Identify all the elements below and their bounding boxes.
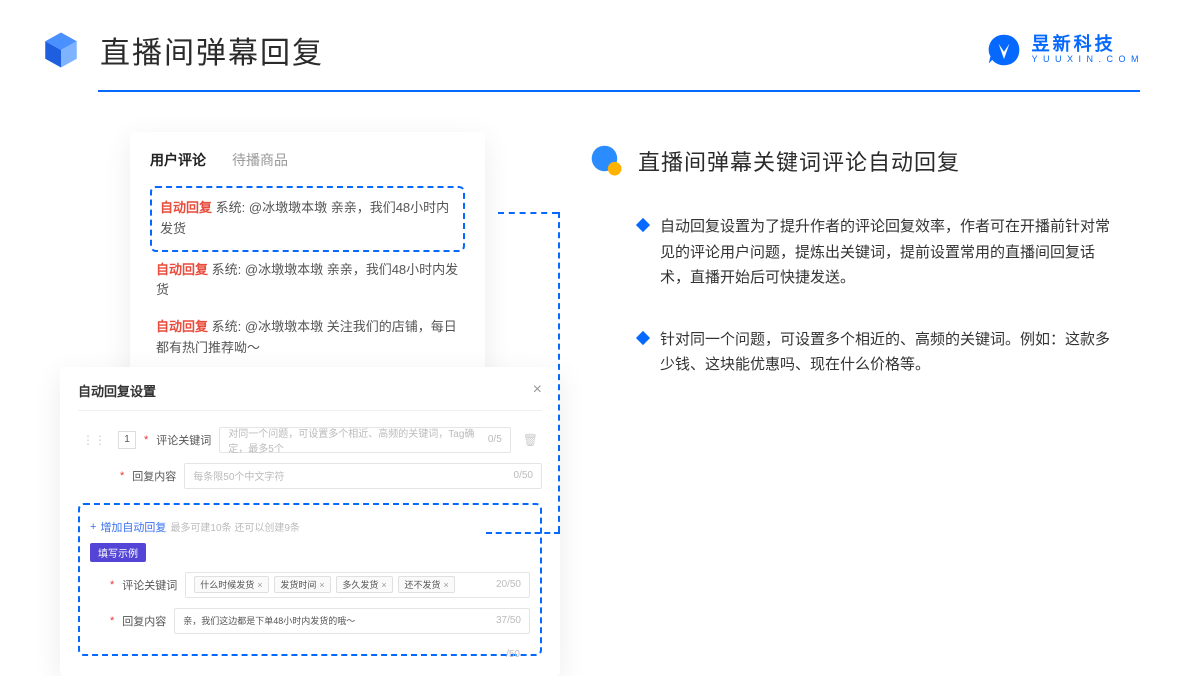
auto-reply-label: 自动回复 (156, 262, 208, 277)
content-input[interactable]: 每条限50个中文字符 0/50 (184, 463, 542, 489)
required-star: * (110, 615, 114, 627)
settings-title: 自动回复设置 (78, 381, 156, 400)
bullet-item: 针对同一个问题，可设置多个相近的、高频的关键词。例如：这款多少钱、这块能优惠吗、… (590, 327, 1140, 378)
auto-reply-label: 自动回复 (156, 319, 208, 334)
auto-reply-settings-panel: 自动回复设置 × ⋮⋮ 1 * 评论关键词 对同一个问题，可设置多个相近、高频的… (60, 367, 560, 676)
tab-pending-goods[interactable]: 待播商品 (232, 150, 288, 170)
tab-user-comments[interactable]: 用户评论 (150, 150, 206, 170)
brand-logo: 昱新科技 Y U U X I N . C O M (986, 32, 1140, 68)
content-label: 回复内容 (132, 468, 176, 484)
connector (498, 212, 558, 214)
page-title: 直播间弹幕回复 (100, 28, 324, 72)
system-label: 系统: (212, 262, 242, 277)
diamond-icon (636, 330, 650, 344)
add-hint: 最多可建10条 还可以创建9条 (170, 519, 299, 534)
placeholder: 对同一个问题，可设置多个相近、高频的关键词，Tag确定，最多5个 (228, 425, 488, 455)
content-label: 回复内容 (122, 613, 166, 629)
section-title: 直播间弹幕关键词评论自动回复 (638, 145, 960, 177)
connector (486, 532, 560, 534)
keyword-tag[interactable]: 什么时候发货 (194, 576, 268, 593)
system-label: 系统: (216, 200, 246, 215)
add-auto-reply-link[interactable]: + 增加自动回复 (90, 519, 166, 535)
example-badge: 填写示例 (90, 543, 146, 562)
close-icon[interactable]: × (533, 381, 542, 399)
brand-name: 昱新科技 (1032, 35, 1140, 55)
sample-content-input: 亲，我们这边都是下单48小时内发货的哦～ 37/50 (174, 608, 530, 634)
sample-content: 亲，我们这边都是下单48小时内发货的哦～ (183, 614, 355, 627)
delete-icon[interactable]: 🗑 (519, 433, 542, 447)
diamond-icon (636, 218, 650, 232)
keyword-label: 评论关键词 (122, 577, 177, 593)
auto-reply-label: 自动回复 (160, 200, 212, 215)
keyword-tag[interactable]: 还不发货 (398, 576, 454, 593)
required-star: * (120, 470, 124, 482)
comments-panel: 用户评论 待播商品 自动回复 系统: @冰墩墩本墩 亲亲，我们48小时内发货 自… (130, 132, 485, 387)
outer-counter: /50 (506, 649, 520, 660)
row-number: 1 (118, 431, 136, 449)
connector (558, 212, 560, 532)
required-star: * (110, 579, 114, 591)
keyword-tag[interactable]: 多久发货 (336, 576, 392, 593)
sample-keyword-input: 什么时候发货 发货时间 多久发货 还不发货 20/50 (185, 572, 530, 598)
comment-row: 自动回复 系统: @冰墩墩本墩 亲亲，我们48小时内发货 (150, 252, 465, 310)
brand-url: Y U U X I N . C O M (1032, 55, 1140, 65)
counter: 0/5 (488, 434, 502, 445)
required-star: * (144, 434, 148, 446)
bullet-item: 自动回复设置为了提升作者的评论回复效率，作者可在开播前针对常见的评论用户问题，提… (590, 214, 1140, 291)
brand-icon (986, 32, 1022, 68)
keyword-tag[interactable]: 发货时间 (274, 576, 330, 593)
keyword-input[interactable]: 对同一个问题，可设置多个相近、高频的关键词，Tag确定，最多5个 0/5 (219, 427, 510, 453)
bullet-text: 自动回复设置为了提升作者的评论回复效率，作者可在开播前针对常见的评论用户问题，提… (660, 214, 1120, 291)
comment-row-highlighted: 自动回复 系统: @冰墩墩本墩 亲亲，我们48小时内发货 (150, 186, 465, 252)
cube-icon (40, 29, 82, 71)
comment-row: 自动回复 系统: @冰墩墩本墩 关注我们的店铺，每日都有热门推荐呦～ (150, 309, 465, 367)
bullet-text: 针对同一个问题，可设置多个相近的、高频的关键词。例如：这款多少钱、这块能优惠吗、… (660, 327, 1120, 378)
system-label: 系统: (212, 319, 242, 334)
drag-handle-icon[interactable]: ⋮⋮ (78, 433, 110, 447)
keyword-label: 评论关键词 (156, 432, 211, 448)
example-block: + 增加自动回复 最多可建10条 还可以创建9条 填写示例 * 评论关键词 什么… (78, 503, 542, 656)
counter: 20/50 (496, 579, 521, 590)
placeholder: 每条限50个中文字符 (193, 468, 284, 483)
counter: 37/50 (496, 615, 521, 626)
counter: 0/50 (514, 470, 533, 481)
chat-bubble-icon (590, 144, 624, 178)
